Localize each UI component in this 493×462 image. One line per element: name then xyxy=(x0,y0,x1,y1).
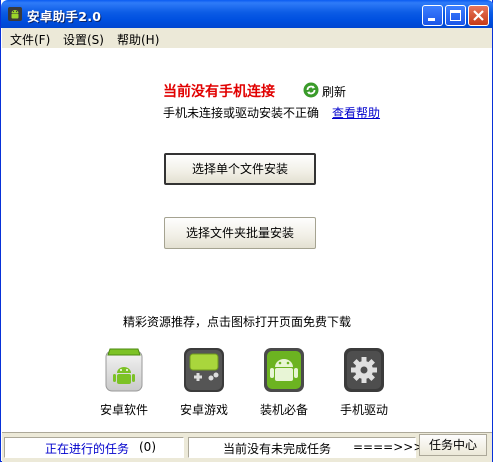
menu-help[interactable]: 帮助(H) xyxy=(117,31,159,48)
app-label: 安卓游戏 xyxy=(179,403,228,417)
pending-tasks-text: 当前没有未完成任务 xyxy=(223,442,332,456)
install-single-file-button[interactable]: 选择单个文件安装 xyxy=(164,153,316,185)
minimize-icon xyxy=(428,18,435,21)
connection-hint: 手机未连接或驱动安装不正确 xyxy=(163,106,320,120)
view-help-link[interactable]: 查看帮助 xyxy=(332,104,380,121)
app-label: 手机驱动 xyxy=(339,403,388,417)
minimize-button[interactable] xyxy=(422,5,443,26)
recommend-text: 精彩资源推荐，点击图标打开页面免费下载 xyxy=(123,315,352,329)
app-label: 装机必备 xyxy=(259,403,308,417)
maximize-icon xyxy=(450,10,461,21)
running-tasks-label[interactable]: 正在进行的任务 xyxy=(45,440,129,457)
gameboy-icon xyxy=(184,348,224,392)
task-center-button[interactable]: 任务中心 xyxy=(419,434,487,456)
gear-icon xyxy=(344,348,384,392)
close-icon xyxy=(473,10,484,21)
menu-settings[interactable]: 设置(S) xyxy=(63,31,104,48)
arrow-text: ====>>> xyxy=(353,440,424,454)
app-phone-drivers[interactable]: 手机驱动 xyxy=(334,345,394,418)
menu-bar: 文件(F) 设置(S) 帮助(H) xyxy=(2,28,492,49)
title-bar[interactable]: 安卓助手2.0 xyxy=(1,0,493,28)
app-label: 安卓软件 xyxy=(99,403,148,417)
refresh-icon[interactable] xyxy=(303,82,319,98)
close-button[interactable] xyxy=(468,5,489,26)
android-robot-icon xyxy=(264,348,304,392)
app-android-software[interactable]: 安卓软件 xyxy=(94,345,154,418)
install-folder-button[interactable]: 选择文件夹批量安装 xyxy=(164,217,316,249)
maximize-button[interactable] xyxy=(445,5,466,26)
app-window: 安卓助手2.0 文件(F) 设置(S) 帮助(H) 当前没有手机连接 刷新 手机… xyxy=(0,0,493,462)
android-app-icon xyxy=(8,7,22,21)
menu-file[interactable]: 文件(F) xyxy=(10,31,50,48)
running-tasks-count: (0) xyxy=(139,440,156,454)
connection-status: 当前没有手机连接 xyxy=(163,84,275,100)
window-title: 安卓助手2.0 xyxy=(27,9,102,24)
refresh-link[interactable]: 刷新 xyxy=(322,83,346,100)
app-android-games[interactable]: 安卓游戏 xyxy=(174,345,234,418)
app-essentials[interactable]: 装机必备 xyxy=(254,345,314,418)
android-box-icon xyxy=(105,348,143,392)
